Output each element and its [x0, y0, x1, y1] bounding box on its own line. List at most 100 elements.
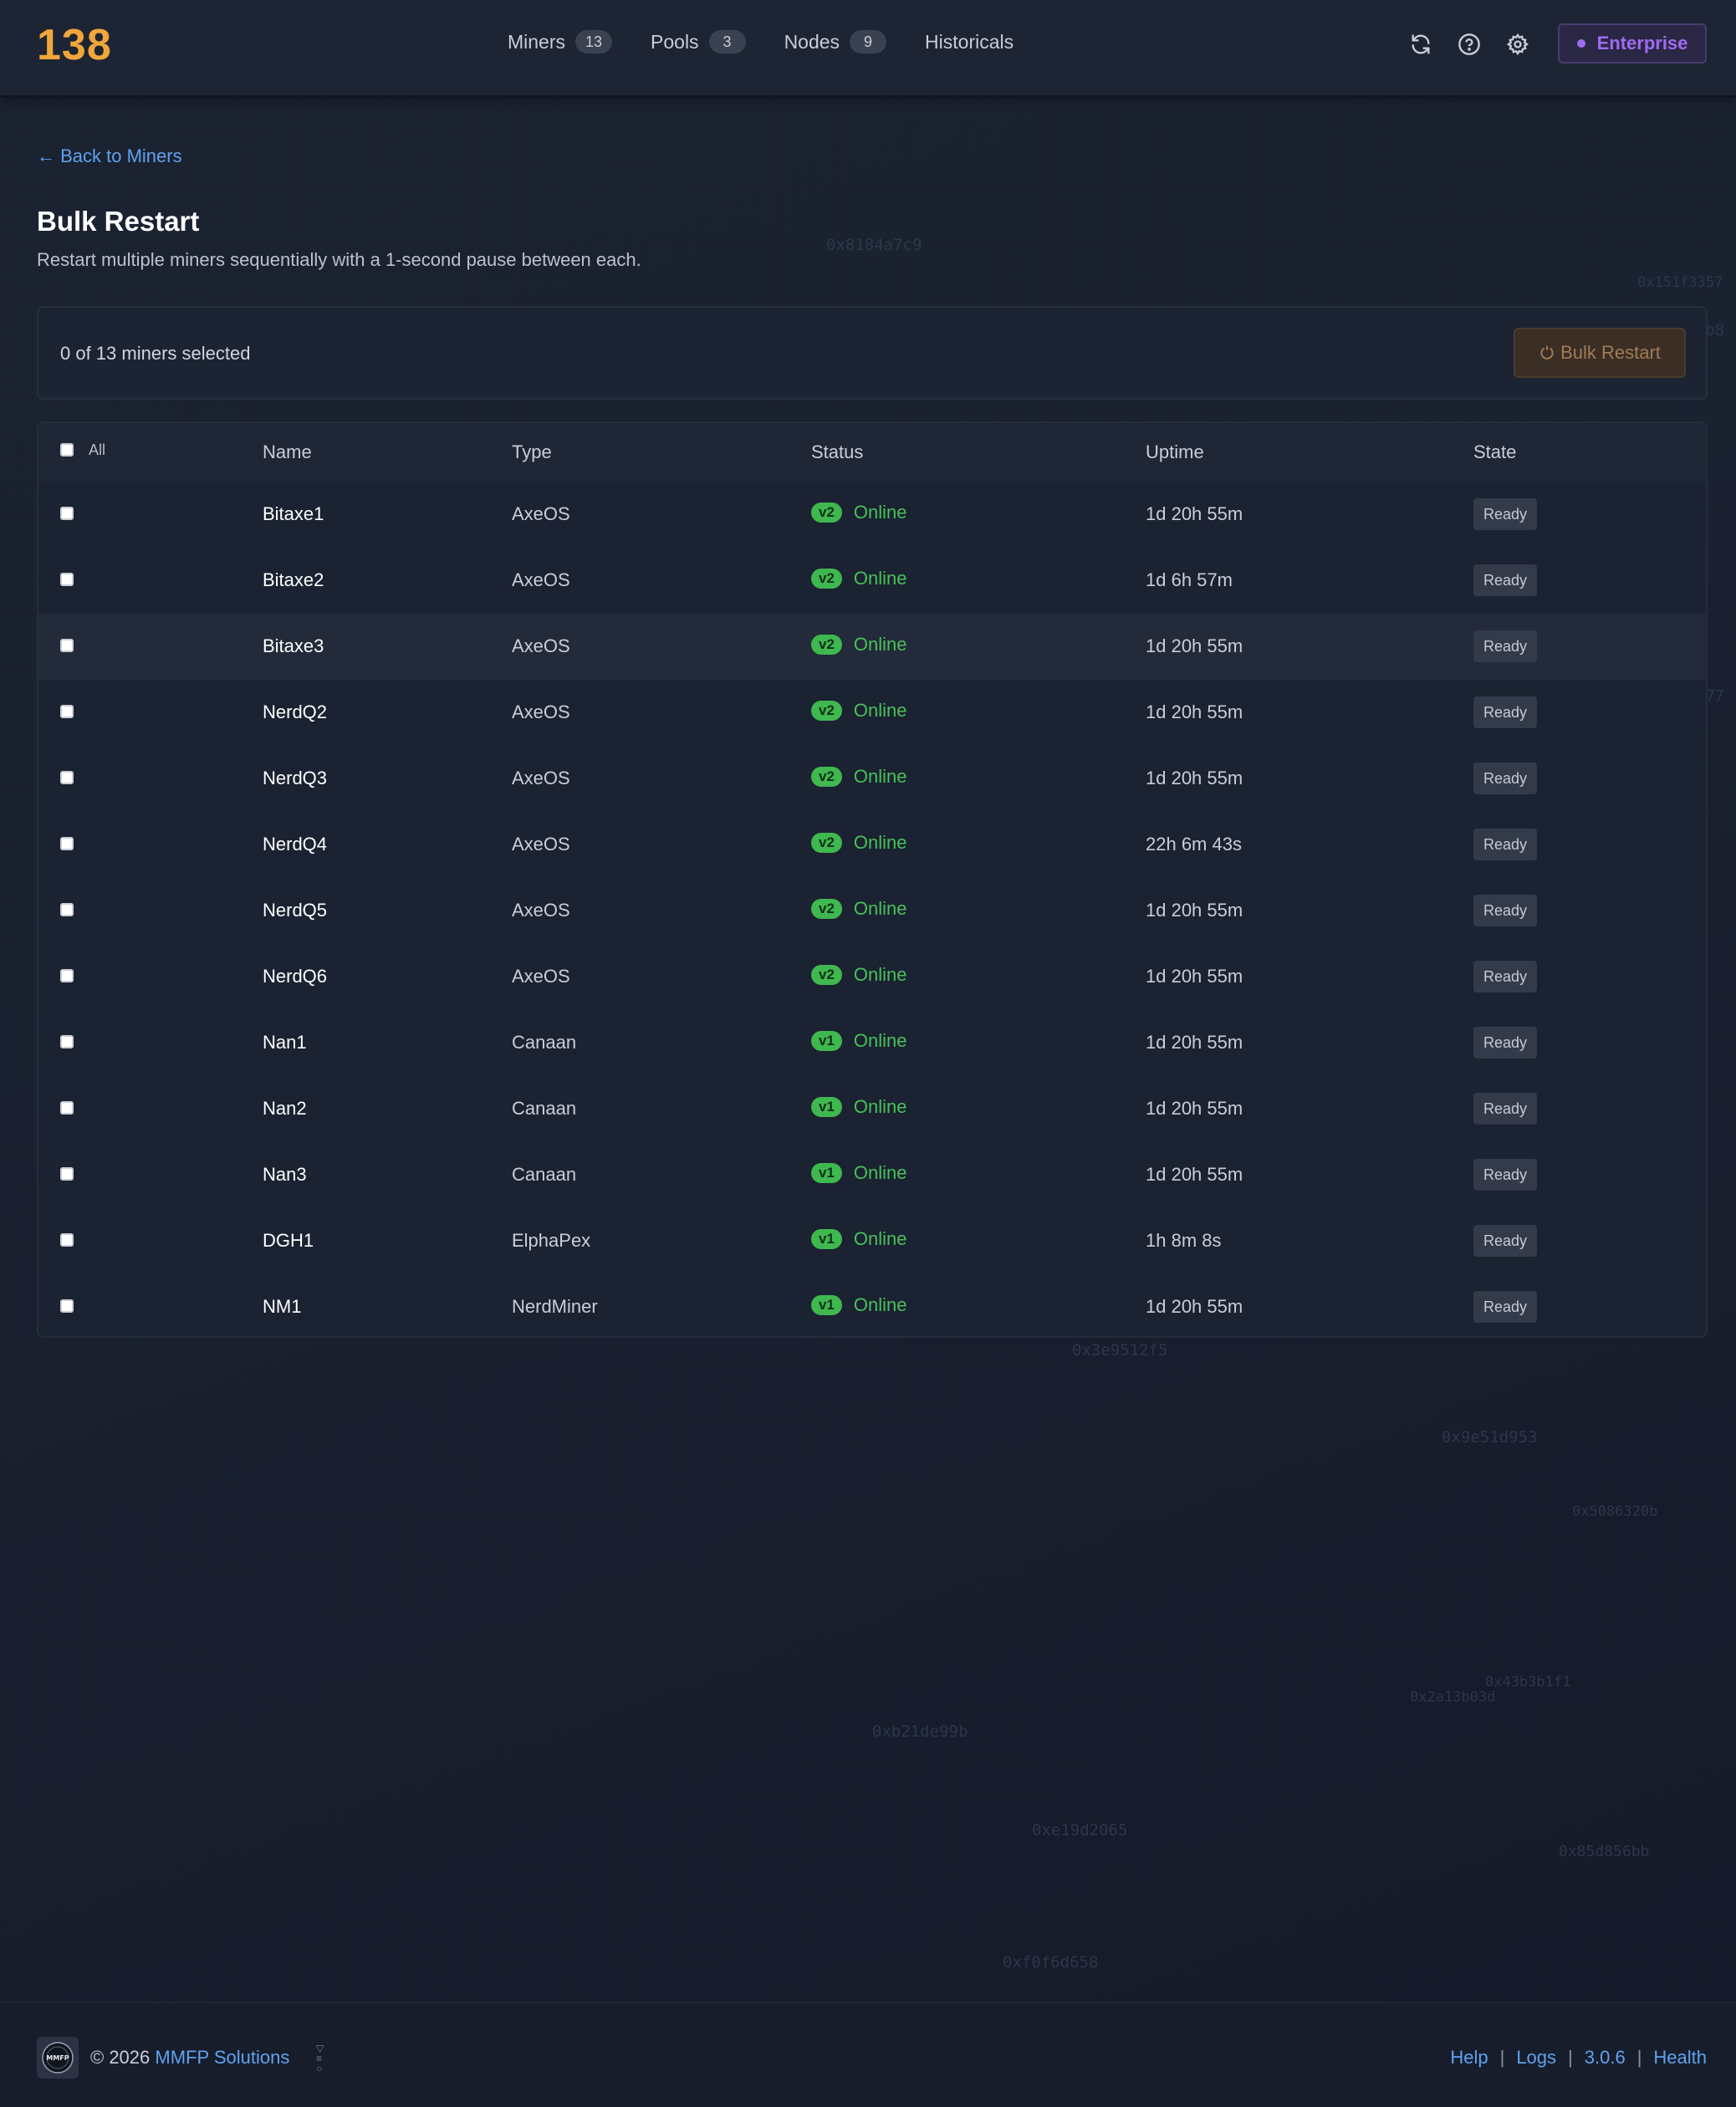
version-badge: v2 [811, 899, 842, 919]
hex-decoration: 0xb21de99b [872, 1722, 968, 1741]
miner-uptime: 1d 20h 55m [1146, 966, 1243, 987]
table-row[interactable]: NerdQ5 AxeOS v2 Online 1d 20h 55m Ready [38, 878, 1706, 944]
enterprise-label: Enterprise [1596, 33, 1688, 54]
table-row[interactable]: Bitaxe2 AxeOS v2 Online 1d 6h 57m Ready [38, 548, 1706, 614]
select-all-checkbox[interactable] [60, 443, 74, 457]
row-select-checkbox[interactable] [60, 837, 74, 850]
footer-link-health[interactable]: Health [1653, 2047, 1707, 2069]
state-badge: Ready [1473, 1093, 1538, 1125]
miner-uptime: 1d 20h 55m [1146, 1032, 1243, 1053]
miner-uptime: 1d 20h 55m [1146, 635, 1243, 656]
table-row[interactable]: Bitaxe3 AxeOS v2 Online 1d 20h 55m Ready [38, 614, 1706, 680]
back-to-miners-link[interactable]: ← Back to Miners [37, 145, 182, 167]
table-row[interactable]: Nan1 Canaan v1 Online 1d 20h 55m Ready [38, 1010, 1706, 1076]
row-select-checkbox[interactable] [60, 1167, 74, 1181]
version-badge: v2 [811, 635, 842, 655]
settings-icon[interactable] [1504, 30, 1532, 59]
status-text: Online [853, 832, 907, 853]
table-row[interactable]: NerdQ2 AxeOS v2 Online 1d 20h 55m Ready [38, 680, 1706, 746]
app-logo[interactable]: 138 [37, 20, 112, 70]
footer: MMFP © 2026 MMFP Solutions ▽ ≡ ○ Help | Lo… [0, 2002, 1736, 2107]
version-badge: v1 [811, 1031, 842, 1051]
footer-link-version[interactable]: 3.0.6 [1585, 2047, 1626, 2069]
state-badge: Ready [1473, 1027, 1538, 1059]
separator: | [1499, 2047, 1505, 2068]
row-select-checkbox[interactable] [60, 1233, 74, 1247]
row-select-checkbox[interactable] [60, 1299, 74, 1313]
table-row[interactable]: NerdQ6 AxeOS v2 Online 1d 20h 55m Ready [38, 944, 1706, 1010]
table-row[interactable]: NerdQ4 AxeOS v2 Online 22h 6m 43s Ready [38, 812, 1706, 878]
nav-item-miners[interactable]: Miners 13 [508, 30, 613, 54]
version-badge: v1 [811, 1163, 842, 1183]
company-logo[interactable]: MMFP [37, 2037, 79, 2079]
table-row[interactable]: NM1 NerdMiner v1 Online 1d 20h 55m Ready [38, 1274, 1706, 1336]
row-select-checkbox[interactable] [60, 903, 74, 916]
miner-uptime: 1d 20h 55m [1146, 701, 1243, 722]
table-row[interactable]: Bitaxe1 AxeOS v2 Online 1d 20h 55m Ready [38, 482, 1706, 548]
enterprise-badge[interactable]: Enterprise [1558, 23, 1707, 64]
column-header-type[interactable]: Type [512, 441, 552, 463]
row-select-checkbox[interactable] [60, 705, 74, 718]
brand-link[interactable]: MMFP Solutions [155, 2047, 289, 2068]
miner-name: Bitaxe3 [263, 635, 324, 656]
miner-status: v2 Online [811, 832, 907, 854]
miner-type: AxeOS [512, 900, 570, 921]
table-row[interactable]: NerdQ3 AxeOS v2 Online 1d 20h 55m Ready [38, 746, 1706, 812]
table-row[interactable]: Nan3 Canaan v1 Online 1d 20h 55m Ready [38, 1142, 1706, 1208]
hex-decoration: 0x43b3b1f1 [1485, 1674, 1571, 1691]
row-select-checkbox[interactable] [60, 639, 74, 652]
column-header-name[interactable]: Name [263, 441, 312, 463]
footer-link-help[interactable]: Help [1450, 2047, 1488, 2069]
state-badge: Ready [1473, 696, 1538, 728]
row-select-checkbox[interactable] [60, 1035, 74, 1048]
state-badge: Ready [1473, 630, 1538, 662]
row-select-checkbox[interactable] [60, 573, 74, 586]
state-badge: Ready [1473, 1291, 1538, 1323]
miner-uptime: 1d 20h 55m [1146, 1296, 1243, 1317]
status-text: Online [853, 1030, 907, 1051]
row-select-checkbox[interactable] [60, 771, 74, 784]
bulk-restart-button[interactable]: Bulk Restart [1514, 328, 1686, 378]
miner-name: Bitaxe2 [263, 569, 324, 590]
table-row[interactable]: Nan2 Canaan v1 Online 1d 20h 55m Ready [38, 1076, 1706, 1142]
row-select-checkbox[interactable] [60, 507, 74, 520]
miner-status: v1 Online [811, 1096, 907, 1118]
miner-type: AxeOS [512, 966, 570, 987]
refresh-icon[interactable] [1407, 30, 1435, 59]
miner-uptime: 1d 20h 55m [1146, 900, 1243, 921]
restart-icon [1540, 345, 1554, 360]
miner-uptime: 1d 20h 55m [1146, 768, 1243, 788]
row-select-checkbox[interactable] [60, 1101, 74, 1115]
nav-label: Historicals [925, 30, 1014, 53]
column-header-status[interactable]: Status [811, 441, 863, 463]
footer-link-logs[interactable]: Logs [1516, 2047, 1556, 2069]
miner-uptime: 1d 20h 55m [1146, 1164, 1243, 1185]
nav-item-nodes[interactable]: Nodes 9 [784, 30, 887, 54]
nav-item-historicals[interactable]: Historicals [925, 31, 1014, 54]
status-text: Online [853, 1294, 907, 1315]
version-badge: v2 [811, 965, 842, 985]
miner-type: AxeOS [512, 569, 570, 590]
column-header-uptime[interactable]: Uptime [1146, 441, 1204, 463]
state-badge: Ready [1473, 961, 1538, 992]
table-row[interactable]: DGH1 ElphaPex v1 Online 1h 8m 8s Ready [38, 1208, 1706, 1274]
status-text: Online [853, 1096, 907, 1117]
main-nav: Miners 13 Pools 3 Nodes 9 Historicals [508, 30, 1052, 54]
select-all-label: All [89, 441, 106, 458]
row-select-checkbox[interactable] [60, 969, 74, 982]
column-header-state[interactable]: State [1473, 441, 1516, 463]
status-text: Online [853, 964, 907, 985]
miner-type: Canaan [512, 1032, 577, 1053]
footer-links: Help | Logs | 3.0.6 | Health [1450, 2047, 1707, 2069]
status-text: Online [853, 502, 907, 523]
miners-table: All Name Type Status Uptime State Bitaxe… [37, 421, 1708, 1338]
miner-status: v2 Online [811, 898, 907, 920]
miner-status: v1 Online [811, 1162, 907, 1184]
miner-name: NerdQ6 [263, 966, 328, 987]
table-header: All Name Type Status Uptime State [38, 423, 1706, 482]
nav-item-pools[interactable]: Pools 3 [651, 30, 746, 54]
miner-type: Canaan [512, 1164, 577, 1185]
help-icon[interactable] [1455, 30, 1483, 59]
miner-uptime: 1d 6h 57m [1146, 569, 1233, 590]
miner-type: ElphaPex [512, 1230, 591, 1251]
